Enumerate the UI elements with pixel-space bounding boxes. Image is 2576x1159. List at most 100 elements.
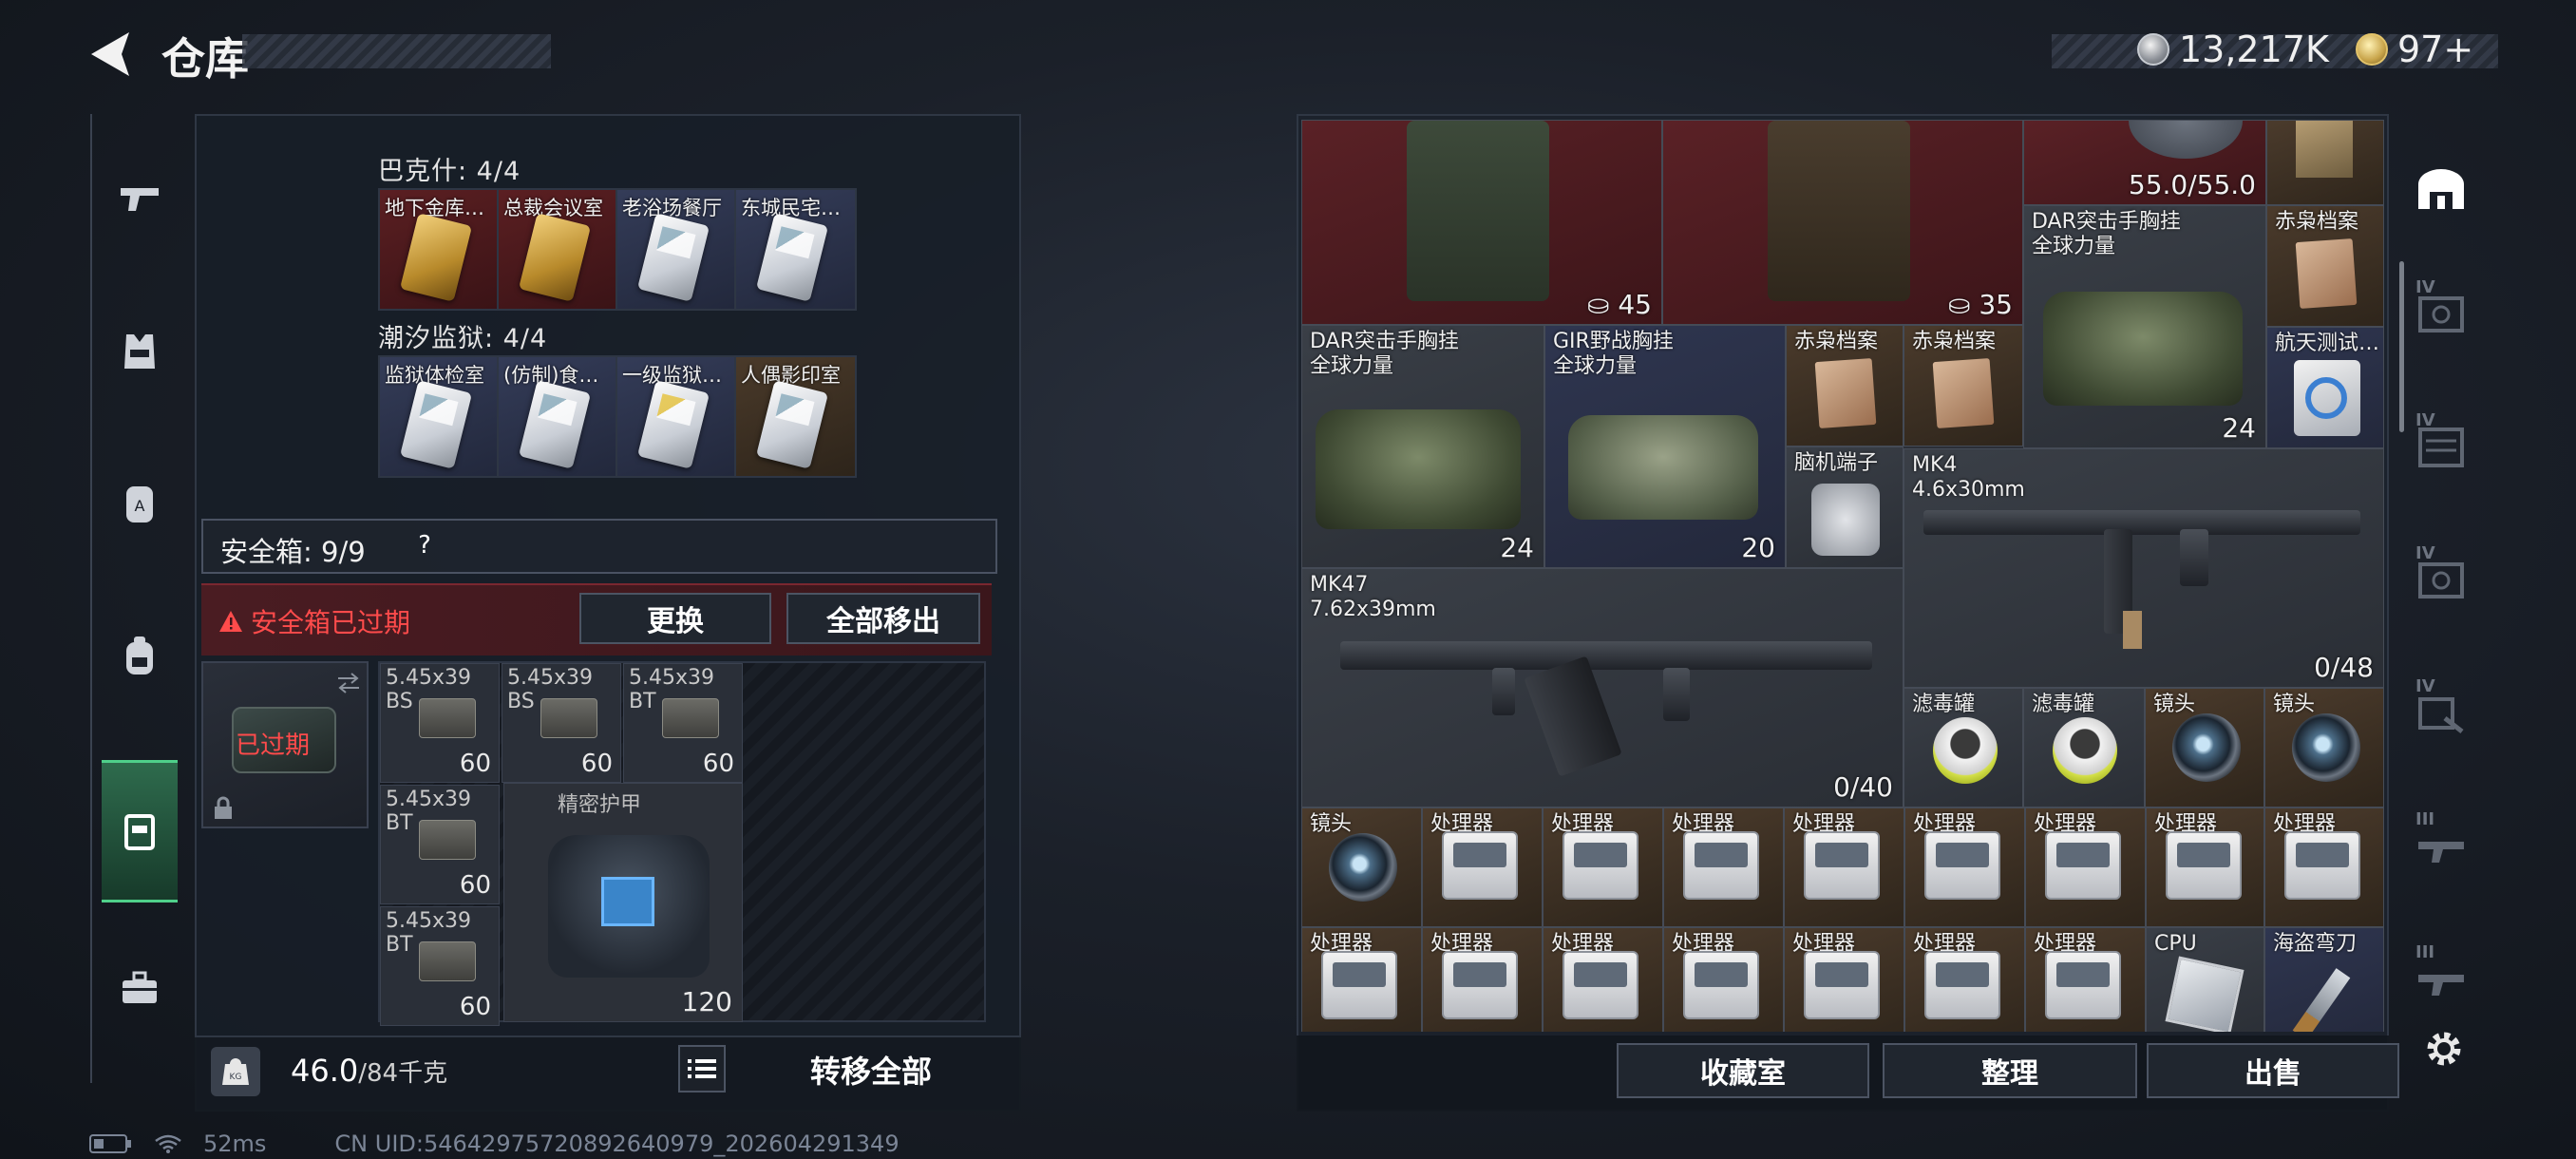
processor-icon [1804, 951, 1880, 1019]
backpack-icon [126, 636, 153, 674]
collection-button[interactable]: 收藏室 [1617, 1043, 1869, 1098]
keycard-slot[interactable]: 总裁会议室 [499, 190, 617, 309]
stash-item-processor[interactable]: 处理器 [1784, 927, 1904, 1032]
stash-item-chest-rig[interactable]: GIR野战胸挂 全球力量 20 [1544, 325, 1786, 568]
stash-item-knife[interactable]: 海盗弯刀 [2264, 927, 2384, 1032]
keycard-slot[interactable]: 一级监狱… [617, 357, 736, 476]
help-button[interactable]: ? [407, 527, 443, 563]
stash-item-cpu[interactable]: CPU [2146, 927, 2264, 1032]
stash-item-chest-rig[interactable]: DAR突击手胸挂 全球力量 24 [1301, 325, 1544, 568]
nav-toolbox[interactable] [102, 950, 178, 1026]
lens-icon [1329, 833, 1397, 902]
pistol-icon [121, 188, 159, 211]
stash-item-processor[interactable]: 处理器 [1301, 927, 1422, 1032]
stash-item-chest-rig[interactable]: DAR突击手胸挂 全球力量 24 [2023, 205, 2266, 448]
ammo-box-icon [540, 698, 597, 738]
stash-item-document[interactable]: 赤枭档案 [1904, 325, 2023, 446]
ammo-item[interactable]: 5.45x39 BS 60 [380, 663, 500, 783]
stash-item-processor[interactable]: 处理器 [2025, 927, 2146, 1032]
stash-item-helmet[interactable]: 55.0/55.0 [2023, 120, 2266, 205]
stash-item-processor[interactable]: 处理器 [2025, 808, 2146, 927]
ammo-item[interactable]: 5.45x39 BT 60 [623, 663, 743, 783]
sell-button[interactable]: 出售 [2147, 1043, 2399, 1098]
rig-icon [1768, 121, 1910, 301]
back-arrow-icon [91, 32, 129, 76]
back-button[interactable] [84, 28, 141, 80]
device-icon [2294, 360, 2360, 436]
nav-weapon[interactable] [102, 162, 178, 238]
stash-item-rig[interactable]: ⛀ 35 [1662, 120, 2023, 325]
stash-item-processor[interactable]: 处理器 [1422, 927, 1543, 1032]
nav-armor[interactable] [102, 314, 178, 390]
weight-value: 46.0/84千克 [291, 1053, 448, 1089]
tab-tool[interactable]: IV [2408, 674, 2474, 750]
stash-item-document[interactable]: 赤枭档案 [1786, 325, 1904, 446]
item-name: GIR野战胸挂 全球力量 [1553, 330, 1674, 378]
stash-item-processor[interactable]: 处理器 [2264, 808, 2384, 927]
weapon-rack-icon [2418, 842, 2464, 863]
currency-secondary[interactable]: 97+ [2356, 28, 2473, 70]
stash-item-processor[interactable]: 处理器 [1784, 808, 1904, 927]
stash-grid: ⛀ 45 ⛀ 35 55.0/55.0 DAR突击手胸挂 全球力量 24 赤枭档… [1301, 120, 2384, 1032]
keycard-row-1: 地下金库… 总裁会议室 老浴场餐厅 东城民宅… [378, 188, 857, 311]
processor-icon [1563, 951, 1638, 1019]
ammo-item[interactable]: 5.45x39 BT 60 [380, 906, 500, 1026]
stash-item-processor[interactable]: 处理器 [1422, 808, 1543, 927]
stash-item-processor[interactable]: 处理器 [1543, 808, 1663, 927]
nav-chest-rig[interactable]: A [102, 466, 178, 542]
ammo-box-icon [419, 820, 476, 860]
gold-coin-icon [2356, 33, 2388, 66]
keycard-slot[interactable]: 人偶影印室 [736, 357, 855, 476]
stash-item-filter[interactable]: 滤毒罐 [2023, 688, 2145, 808]
settings-button[interactable] [2418, 1023, 2470, 1074]
stash-item-processor[interactable]: 处理器 [1904, 808, 2025, 927]
wifi-icon [155, 1134, 181, 1153]
stash-item-processor[interactable]: 处理器 [2146, 808, 2264, 927]
white-keycard-icon [755, 380, 829, 469]
stash-item-brain-terminal[interactable]: 脑机端子 [1786, 446, 1904, 568]
item-name: MK4 4.6x30mm [1912, 453, 2025, 502]
tab-stash[interactable] [2408, 152, 2474, 228]
ammo-item[interactable]: 5.45x39 BT 60 [380, 785, 500, 904]
organize-button[interactable]: 整理 [1883, 1043, 2137, 1098]
tab-weapon-rack[interactable]: III [2408, 808, 2474, 884]
ammo-item[interactable]: 5.45x39 BS 60 [502, 663, 621, 783]
helmet-icon [2129, 121, 2243, 159]
tab-cabinet[interactable]: IV [2408, 408, 2474, 484]
nav-backpack[interactable] [102, 618, 178, 694]
stash-item-weapon-mk4[interactable]: MK4 4.6x30mm 0/48 [1904, 448, 2384, 688]
tab-safe[interactable]: IV [2408, 542, 2474, 618]
keycard-slot[interactable]: 地下金库… [380, 190, 499, 309]
stash-item-weapon-mk47[interactable]: MK47 7.62x39mm 0/40 [1301, 568, 1904, 808]
stash-item-processor[interactable]: 处理器 [1663, 808, 1784, 927]
stash-item-box[interactable] [2266, 120, 2384, 205]
list-view-button[interactable] [678, 1045, 726, 1092]
item-name: DAR突击手胸挂 全球力量 [1310, 330, 1459, 378]
chest-rig-icon [1568, 415, 1758, 520]
keycard-slot[interactable]: 老浴场餐厅 [617, 190, 736, 309]
keycard-slot[interactable]: (仿制)食… [499, 357, 617, 476]
stash-item-processor[interactable]: 处理器 [1663, 927, 1784, 1032]
stash-item-document[interactable]: 赤枭档案 [2266, 205, 2384, 327]
stash-item-device[interactable]: 航天测试… [2266, 327, 2384, 448]
stash-item-lens[interactable]: 镜头 [2145, 688, 2264, 808]
chest-rig-icon [2043, 292, 2243, 406]
remove-all-button[interactable]: 全部移出 [786, 593, 980, 644]
stash-item-lens[interactable]: 镜头 [1301, 808, 1422, 927]
item-ammo: 0/48 [2314, 652, 2374, 683]
tab-weapon-rack[interactable]: III [2408, 940, 2474, 1016]
stash-item-rig[interactable]: ⛀ 45 [1301, 120, 1662, 325]
stash-item-processor[interactable]: 处理器 [1904, 927, 2025, 1032]
currency-main[interactable]: 13,217K [2137, 28, 2329, 70]
stash-item-processor[interactable]: 处理器 [1543, 927, 1663, 1032]
keycard-slot[interactable]: 监狱体检室 [380, 357, 499, 476]
transfer-all-button[interactable]: 转移全部 [747, 1041, 995, 1098]
safe-icon [2418, 296, 2464, 332]
stash-item-filter[interactable]: 滤毒罐 [1904, 688, 2023, 808]
keycard-slot[interactable]: 东城民宅… [736, 190, 855, 309]
nav-safebox[interactable] [102, 760, 178, 902]
swap-button[interactable]: 更换 [579, 593, 771, 644]
armor-item[interactable]: 精密护甲 120 [503, 783, 743, 1022]
tab-safe[interactable]: IV [2408, 276, 2474, 352]
stash-item-lens[interactable]: 镜头 [2264, 688, 2384, 808]
